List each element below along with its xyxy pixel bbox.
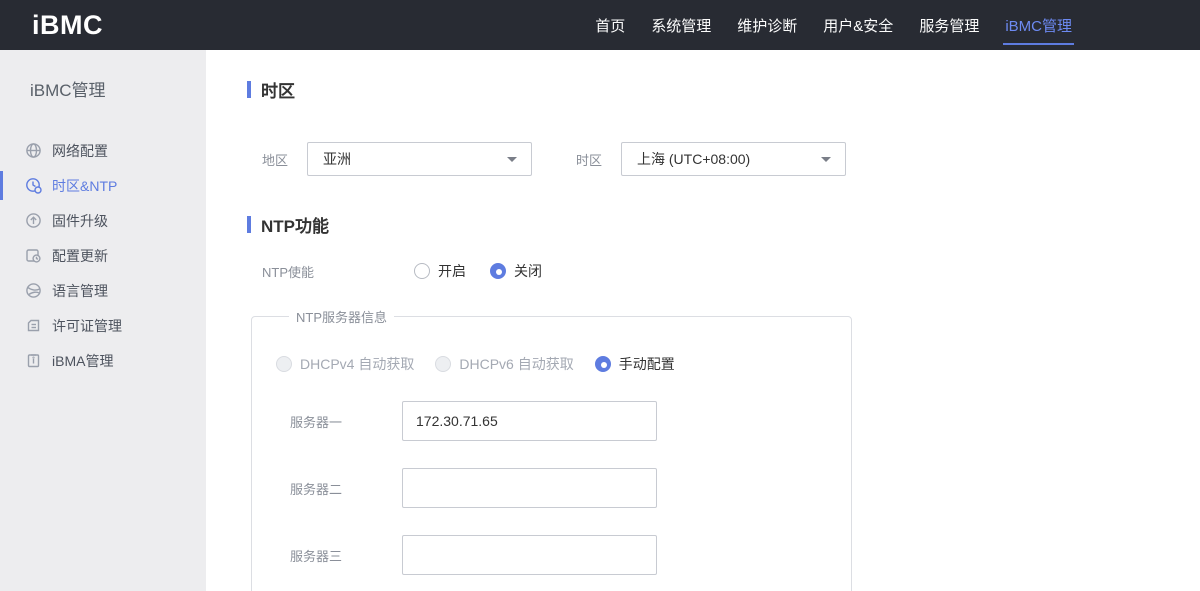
nav-item-ibmc-management[interactable]: iBMC管理 — [1003, 0, 1074, 50]
ntp-enable-radio-group: 开启 关闭 — [414, 261, 542, 281]
section-accent-bar — [247, 216, 251, 233]
ibma-clipboard-icon — [25, 352, 42, 369]
timezone-select[interactable]: 上海 (UTC+08:00) — [621, 142, 846, 176]
sidebar-item-license-management[interactable]: 许可证管理 — [0, 308, 206, 343]
manual-config-option[interactable]: 手动配置 — [594, 354, 675, 374]
language-icon — [25, 282, 42, 299]
radio-disabled-icon — [276, 356, 292, 372]
ntp-enable-on-option[interactable]: 开启 — [414, 261, 466, 281]
network-globe-icon — [25, 142, 42, 159]
radio-label: 开启 — [438, 263, 466, 279]
dhcpv6-auto-option: DHCPv6 自动获取 — [435, 354, 574, 374]
nav-item-user-security[interactable]: 用户&安全 — [823, 0, 893, 50]
sidebar-title: iBMC管理 — [30, 81, 106, 100]
timezone-section-title: 时区 — [247, 77, 1200, 102]
server-one-row: 服务器一 — [276, 401, 851, 441]
page: iBMC 首页 系统管理 维护诊断 用户&安全 服务管理 iBMC管理 iBMC… — [0, 0, 1200, 591]
sidebar-item-timezone-ntp[interactable]: 时区&NTP — [0, 168, 206, 203]
main-content: 时区 地区 亚洲 时区 上海 (UTC+08:00) NTP功能 NTP使能 开… — [206, 50, 1200, 591]
ntp-enable-row: NTP使能 开启 关闭 — [262, 261, 1200, 281]
firmware-upgrade-icon — [25, 212, 42, 229]
radio-label: 手动配置 — [618, 356, 675, 372]
nav-item-system-management[interactable]: 系统管理 — [651, 0, 711, 50]
server-one-label: 服务器一 — [290, 414, 343, 430]
radio-disabled-icon — [435, 356, 452, 372]
nav-item-maintenance-diagnostics[interactable]: 维护诊断 — [737, 0, 797, 50]
server-two-row: 服务器二 — [276, 468, 851, 508]
server-two-input[interactable] — [402, 468, 657, 508]
region-select[interactable]: 亚洲 — [307, 142, 532, 176]
top-nav-bar: iBMC 首页 系统管理 维护诊断 用户&安全 服务管理 iBMC管理 — [0, 0, 1200, 50]
config-update-icon — [25, 247, 42, 264]
ntp-server-info-legend: NTP服务器信息 — [296, 310, 388, 325]
ntp-enable-label: NTP使能 — [262, 264, 315, 280]
radio-label: DHCPv6 自动获取 — [459, 356, 574, 372]
radio-checked-icon[interactable] — [594, 356, 611, 372]
server-three-label: 服务器三 — [290, 548, 343, 564]
sidebar-item-label: 网络配置 — [52, 142, 108, 159]
sidebar-item-label: 许可证管理 — [52, 317, 122, 334]
ntp-server-info-group: NTP服务器信息 DHCPv4 自动获取 DHCPv6 自动获取 手动配置 服务… — [251, 307, 852, 591]
timezone-form-row: 地区 亚洲 时区 上海 (UTC+08:00) — [262, 142, 1200, 176]
sidebar-menu: 网络配置 时区&NTP 固件升级 配置更新 语言管理 许可证管理 iBMA管理 — [0, 133, 206, 378]
sidebar-item-label: iBMA管理 — [52, 352, 114, 369]
server-three-row: 服务器三 — [276, 535, 851, 575]
server-two-label: 服务器二 — [290, 481, 343, 497]
timezone-select-value: 上海 (UTC+08:00) — [637, 151, 751, 167]
radio-label: 关闭 — [514, 263, 542, 279]
server-three-input[interactable] — [402, 535, 657, 575]
ntp-section-title: NTP功能 — [247, 212, 1200, 237]
timezone-clock-icon — [25, 177, 42, 194]
ntp-server-mode-radio-group: DHCPv4 自动获取 DHCPv6 自动获取 手动配置 — [276, 354, 851, 374]
chevron-down-icon — [507, 157, 517, 162]
sidebar-item-label: 语言管理 — [52, 282, 108, 299]
sidebar-item-label: 配置更新 — [52, 247, 108, 264]
region-select-value: 亚洲 — [323, 151, 351, 167]
license-icon — [25, 317, 42, 334]
sidebar-item-label: 固件升级 — [52, 212, 108, 229]
chevron-down-icon — [821, 157, 831, 162]
sidebar-item-firmware-upgrade[interactable]: 固件升级 — [0, 203, 206, 238]
top-nav-menu: 首页 系统管理 维护诊断 用户&安全 服务管理 iBMC管理 — [595, 0, 1074, 50]
dhcpv4-auto-option: DHCPv4 自动获取 — [276, 354, 414, 374]
ntp-enable-off-option[interactable]: 关闭 — [490, 261, 542, 281]
timezone-label: 时区 — [576, 152, 603, 168]
radio-label: DHCPv4 自动获取 — [300, 356, 415, 372]
section-title-text: NTP功能 — [261, 217, 329, 236]
section-title-text: 时区 — [261, 82, 295, 101]
sidebar: iBMC管理 网络配置 时区&NTP 固件升级 配置更新 语言管理 许可证管理 … — [0, 50, 206, 591]
section-accent-bar — [247, 81, 251, 98]
nav-item-home[interactable]: 首页 — [595, 0, 625, 50]
nav-item-service-management[interactable]: 服务管理 — [919, 0, 979, 50]
region-label: 地区 — [262, 152, 289, 168]
radio-unchecked-icon[interactable] — [414, 263, 430, 279]
sidebar-item-config-update[interactable]: 配置更新 — [0, 238, 206, 273]
ibmc-logo: iBMC — [32, 9, 103, 40]
radio-checked-icon[interactable] — [490, 263, 506, 279]
sidebar-item-language-management[interactable]: 语言管理 — [0, 273, 206, 308]
sidebar-item-network-config[interactable]: 网络配置 — [0, 133, 206, 168]
sidebar-item-ibma-management[interactable]: iBMA管理 — [0, 343, 206, 378]
server-one-input[interactable] — [402, 401, 657, 441]
sidebar-item-label: 时区&NTP — [52, 177, 118, 194]
